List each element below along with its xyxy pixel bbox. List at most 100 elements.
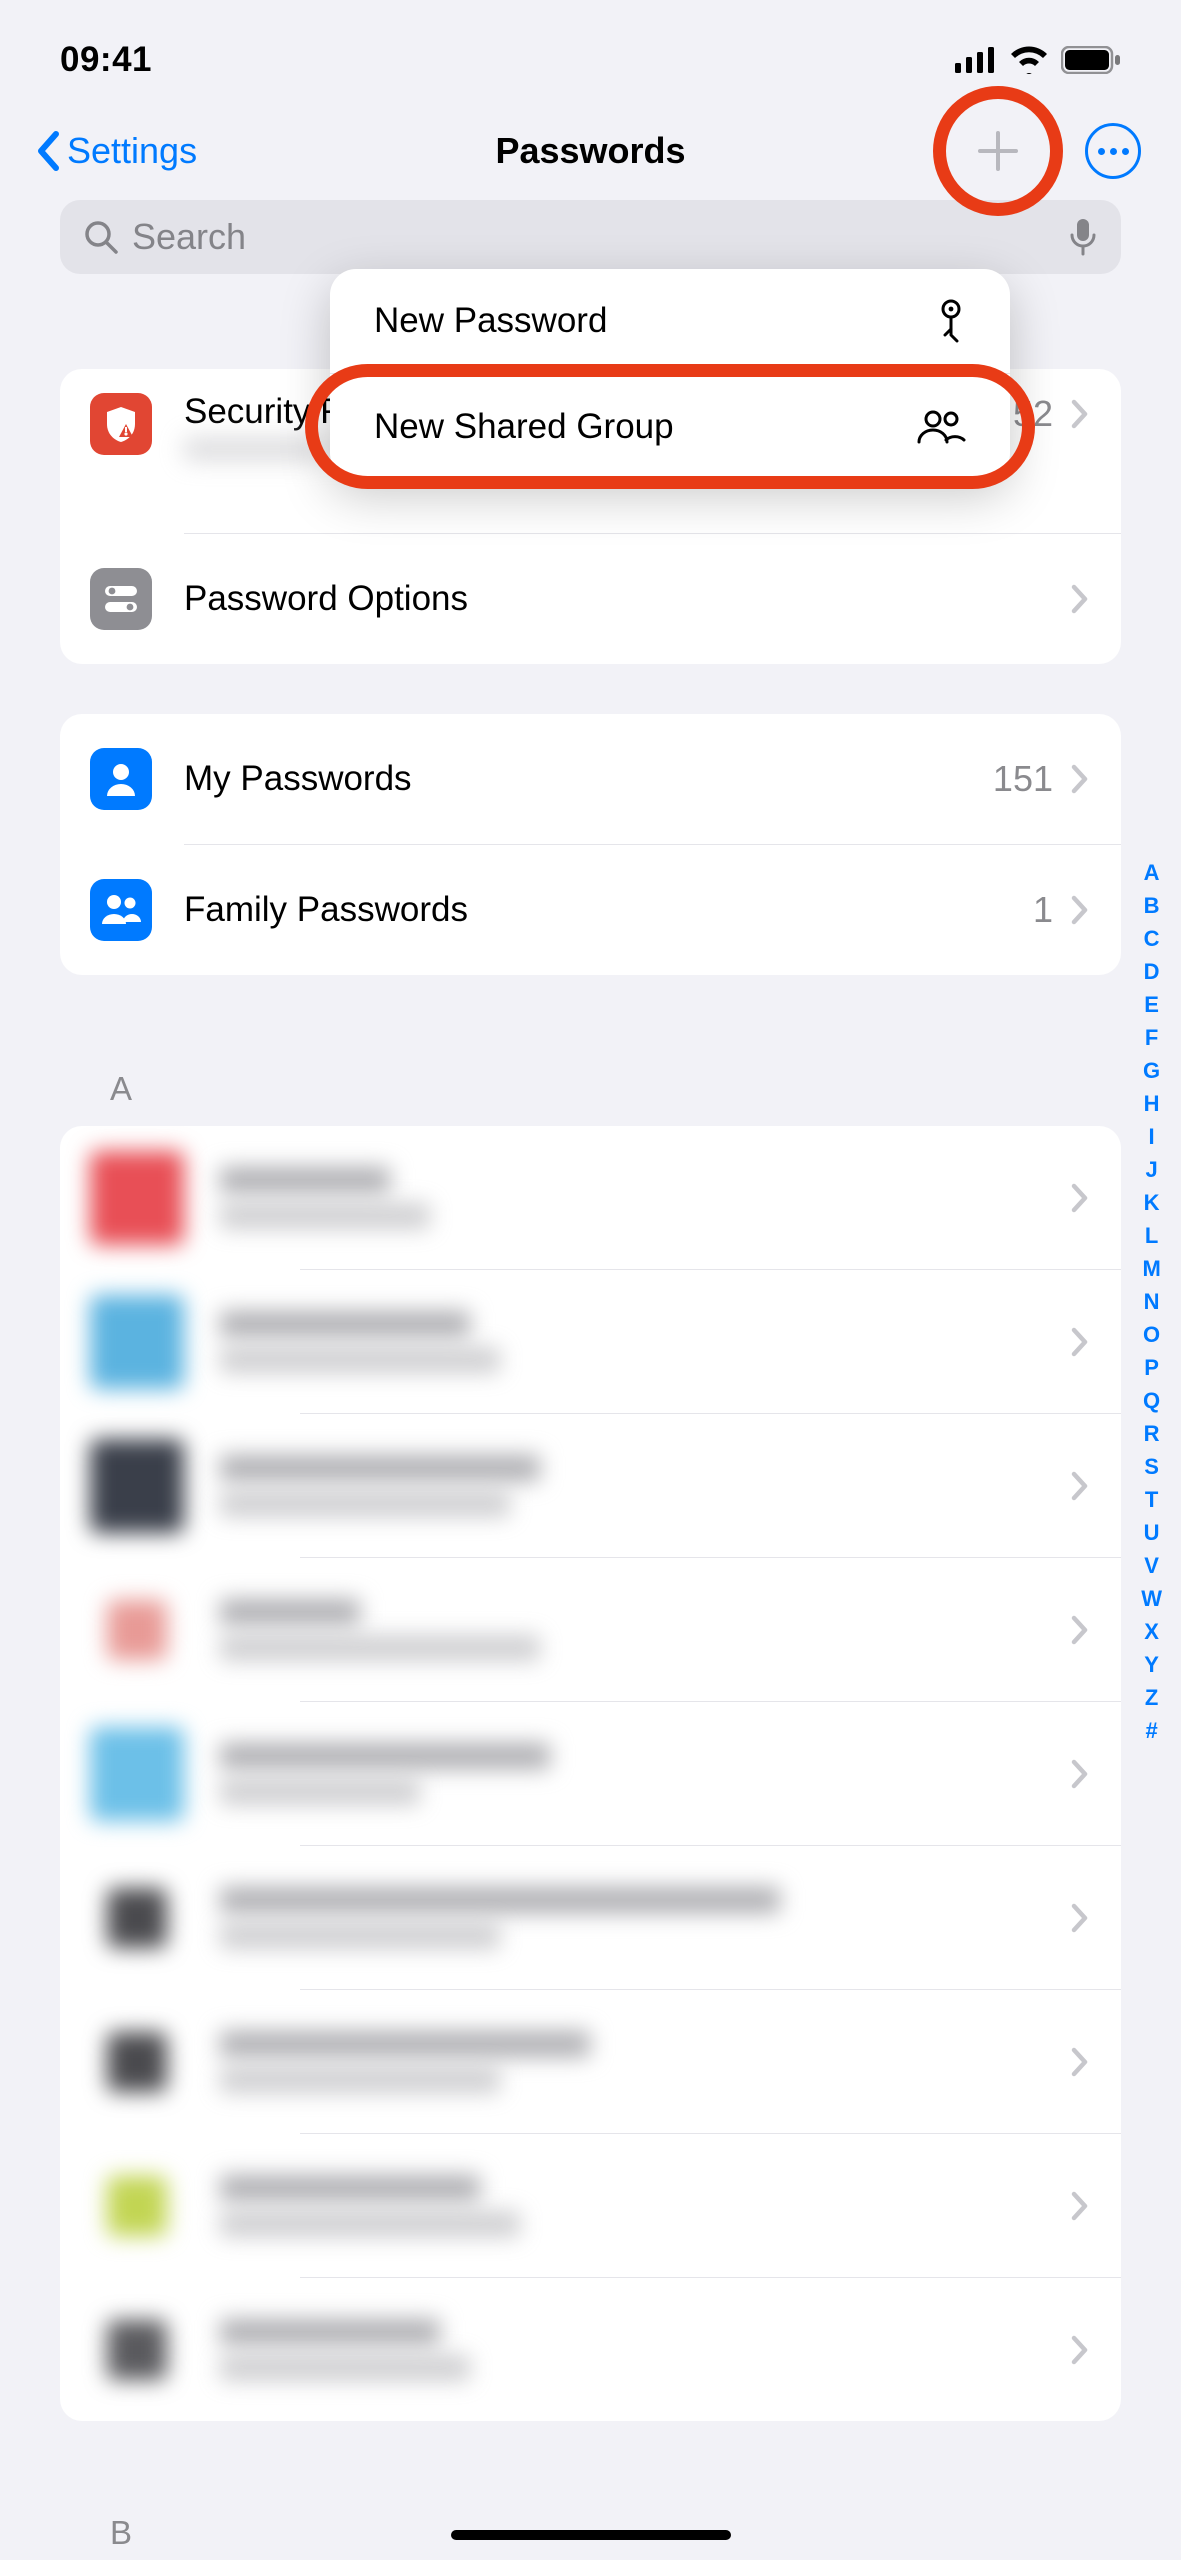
toggles-icon <box>90 568 152 630</box>
chevron-right-icon <box>1071 1325 1091 1359</box>
chevron-right-icon <box>1071 2189 1091 2223</box>
battery-icon <box>1061 46 1121 74</box>
alpha-index-letter[interactable]: B <box>1144 893 1160 919</box>
chevron-right-icon <box>1071 1469 1091 1503</box>
groups-section: My Passwords 151 Family Passwords 1 <box>60 714 1121 975</box>
popup-item-label: New Password <box>374 301 607 341</box>
row-count: 151 <box>993 758 1053 800</box>
key-icon <box>936 299 966 343</box>
alpha-index-letter[interactable]: A <box>1144 860 1160 886</box>
status-bar: 09:41 <box>0 0 1181 110</box>
microphone-icon[interactable] <box>1069 217 1097 257</box>
search-placeholder: Search <box>132 216 1055 258</box>
chevron-right-icon <box>1071 1901 1091 1935</box>
my-passwords-row[interactable]: My Passwords 151 <box>60 714 1121 844</box>
alpha-index-letter[interactable]: G <box>1143 1058 1160 1084</box>
shield-alert-icon <box>90 393 152 455</box>
passwords-list <box>60 1126 1121 2421</box>
row-label: My Passwords <box>184 759 993 799</box>
add-button[interactable] <box>971 124 1025 178</box>
alpha-index-letter[interactable]: T <box>1145 1487 1158 1513</box>
alpha-index-letter[interactable]: F <box>1145 1025 1158 1051</box>
new-password-menu-item[interactable]: New Password <box>330 269 1010 374</box>
people-icon <box>916 410 966 444</box>
alpha-index-letter[interactable]: E <box>1144 992 1159 1018</box>
list-section-header: B <box>110 2514 132 2552</box>
add-menu-popup: New Password New Shared Group <box>330 269 1010 479</box>
password-row[interactable] <box>60 1702 1121 1845</box>
people-icon <box>90 879 152 941</box>
site-icon <box>107 2176 167 2236</box>
alpha-index-letter[interactable]: X <box>1144 1619 1159 1645</box>
alpha-index-letter[interactable]: # <box>1145 1718 1157 1744</box>
alpha-index-letter[interactable]: S <box>1144 1454 1159 1480</box>
alpha-index-letter[interactable]: M <box>1142 1256 1160 1282</box>
row-label: Family Passwords <box>184 890 1033 930</box>
alpha-index-letter[interactable]: C <box>1144 926 1160 952</box>
chevron-right-icon <box>1071 2045 1091 2079</box>
site-icon <box>107 2032 167 2092</box>
chevron-right-icon <box>1071 1757 1091 1791</box>
dot-icon <box>1110 148 1117 155</box>
back-label: Settings <box>67 130 197 172</box>
alpha-index-letter[interactable]: U <box>1144 1520 1160 1546</box>
alpha-index-letter[interactable]: K <box>1144 1190 1160 1216</box>
site-icon <box>107 2320 167 2380</box>
blurred-content <box>220 1311 1071 1373</box>
chevron-right-icon <box>1071 2333 1091 2367</box>
alpha-index-letter[interactable]: P <box>1144 1355 1159 1381</box>
password-row[interactable] <box>60 1846 1121 1989</box>
password-options-row[interactable]: Password Options <box>60 534 1121 664</box>
status-icons <box>955 46 1121 74</box>
search-input[interactable]: Search <box>60 200 1121 274</box>
alpha-index-letter[interactable]: R <box>1144 1421 1160 1447</box>
password-row[interactable] <box>60 1990 1121 2133</box>
alpha-index-letter[interactable]: W <box>1141 1586 1162 1612</box>
chevron-right-icon <box>1071 1613 1091 1647</box>
chevron-right-icon <box>1071 762 1091 796</box>
alpha-index-letter[interactable]: D <box>1144 959 1160 985</box>
password-row[interactable] <box>60 1270 1121 1413</box>
family-passwords-row[interactable]: Family Passwords 1 <box>60 845 1121 975</box>
password-row[interactable] <box>60 2134 1121 2277</box>
alpha-index-letter[interactable]: Y <box>1144 1652 1159 1678</box>
site-icon <box>90 1727 184 1821</box>
password-row[interactable] <box>60 2278 1121 2421</box>
blurred-content <box>220 1599 1071 1661</box>
plus-icon <box>976 129 1020 173</box>
alpha-index-letter[interactable]: I <box>1149 1124 1155 1150</box>
blurred-content <box>220 1743 1071 1805</box>
password-row[interactable] <box>60 1558 1121 1701</box>
nav-bar: Settings Passwords <box>0 110 1181 200</box>
site-icon <box>90 1151 184 1245</box>
blurred-content <box>220 1887 1071 1949</box>
blurred-content <box>220 1455 1071 1517</box>
chevron-right-icon <box>1071 582 1091 616</box>
wifi-icon <box>1009 46 1049 74</box>
alpha-index-letter[interactable]: L <box>1145 1223 1158 1249</box>
chevron-right-icon <box>1071 1181 1091 1215</box>
chevron-right-icon <box>1071 893 1091 927</box>
alpha-index-letter[interactable]: Q <box>1143 1388 1160 1414</box>
blurred-content <box>220 2031 1071 2093</box>
new-shared-group-menu-item[interactable]: New Shared Group <box>330 374 1010 479</box>
alpha-index-letter[interactable]: Z <box>1145 1685 1158 1711</box>
row-count: 52 <box>1013 393 1053 435</box>
alpha-index-letter[interactable]: O <box>1143 1322 1160 1348</box>
person-icon <box>90 748 152 810</box>
status-time: 09:41 <box>60 40 152 80</box>
site-icon <box>107 1888 167 1948</box>
blurred-content <box>220 2319 1071 2381</box>
password-row[interactable] <box>60 1414 1121 1557</box>
alpha-index-letter[interactable]: V <box>1144 1553 1159 1579</box>
back-button[interactable]: Settings <box>35 130 197 172</box>
nav-actions <box>971 123 1141 179</box>
alphabet-index[interactable]: ABCDEFGHIJKLMNOPQRSTUVWXYZ # <box>1141 860 1162 1744</box>
alpha-index-letter[interactable]: J <box>1145 1157 1157 1183</box>
alpha-index-letter[interactable]: N <box>1144 1289 1160 1315</box>
home-indicator[interactable] <box>451 2530 731 2540</box>
password-row[interactable] <box>60 1126 1121 1269</box>
more-button[interactable] <box>1085 123 1141 179</box>
popup-item-label: New Shared Group <box>374 407 674 447</box>
alpha-index-letter[interactable]: H <box>1144 1091 1160 1117</box>
